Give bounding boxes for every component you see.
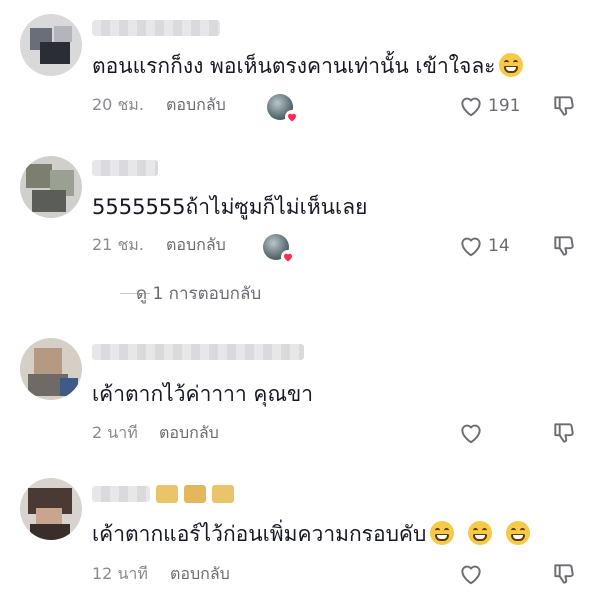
creator-liked-badge xyxy=(263,234,295,264)
like-button[interactable] xyxy=(458,561,484,587)
heart-outline-icon xyxy=(461,565,481,585)
thumbs-down-icon xyxy=(554,564,574,584)
like-button[interactable]: 191 xyxy=(458,93,520,119)
grinning-face-icon xyxy=(506,521,531,545)
grinning-face-icon xyxy=(468,521,493,545)
avatar[interactable] xyxy=(20,478,82,540)
dislike-button[interactable] xyxy=(551,233,577,259)
like-button[interactable] xyxy=(458,420,484,446)
thumbs-down-icon xyxy=(554,96,574,116)
heart-icon xyxy=(281,250,295,264)
comment-text: ตอนแรกก็งง พอเห็นตรงคานเท่านั้น เข้าใจละ xyxy=(92,52,524,80)
sticker-icon xyxy=(156,485,178,503)
face-with-tears-of-joy-icon xyxy=(499,53,524,77)
comment-body: 5555555ถ้าไม่ซูมก็ไม่เห็นเลย xyxy=(92,195,368,219)
like-count: 14 xyxy=(488,236,510,256)
avatar[interactable] xyxy=(20,14,82,76)
thumbs-down-icon xyxy=(554,423,574,443)
dislike-button[interactable] xyxy=(551,93,577,119)
comment-time: 2 นาที xyxy=(92,423,138,442)
username-blurred[interactable] xyxy=(92,486,150,502)
heart-outline-icon xyxy=(461,97,481,117)
reply-button[interactable]: ตอบกลับ xyxy=(166,234,226,256)
thumbs-down-icon xyxy=(554,236,574,256)
creator-liked-badge xyxy=(267,94,299,124)
comment-time: 12 นาที xyxy=(92,564,148,583)
view-replies-label: ดู 1 การตอบกลับ xyxy=(136,284,262,304)
username-blurred[interactable] xyxy=(92,160,158,176)
comment-body: เค้าตากแอร์ไว้ก่อนเพิ่มความกรอบคับ xyxy=(92,522,427,546)
dislike-button[interactable] xyxy=(551,561,577,587)
sticker-icon xyxy=(184,485,206,503)
heart-outline-icon xyxy=(461,424,481,444)
heart-outline-icon xyxy=(461,237,481,257)
reply-button[interactable]: ตอบกลับ xyxy=(159,422,219,444)
comment-time: 20 ชม. xyxy=(92,95,144,114)
like-count: 191 xyxy=(488,96,521,116)
reply-button[interactable]: ตอบกลับ xyxy=(166,94,226,116)
reply-button[interactable]: ตอบกลับ xyxy=(170,563,230,585)
heart-icon xyxy=(285,110,299,124)
username-blurred[interactable] xyxy=(92,20,220,36)
comment-body: เค้าตากไว้ค่าาาา คุณขา xyxy=(92,382,314,406)
avatar[interactable] xyxy=(20,156,82,218)
dislike-button[interactable] xyxy=(551,420,577,446)
avatar[interactable] xyxy=(20,338,82,400)
comment-body: ตอนแรกก็งง พอเห็นตรงคานเท่านั้น เข้าใจละ xyxy=(92,54,496,78)
grinning-face-icon xyxy=(430,521,455,545)
comment-text: เค้าตากไว้ค่าาาา คุณขา xyxy=(92,380,313,408)
username-blurred[interactable] xyxy=(92,344,304,360)
comment-text: เค้าตากแอร์ไว้ก่อนเพิ่มความกรอบคับ xyxy=(92,520,531,548)
sticker-icon xyxy=(212,485,234,503)
like-button[interactable]: 14 xyxy=(458,233,510,259)
comment-time: 21 ชม. xyxy=(92,235,144,254)
comment-text: 5555555ถ้าไม่ซูมก็ไม่เห็นเลย xyxy=(92,193,367,221)
